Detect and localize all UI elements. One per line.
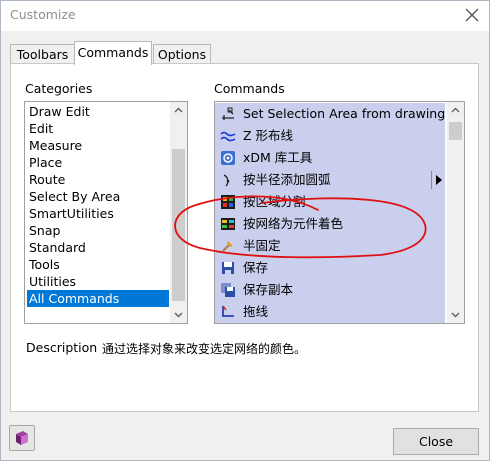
close-button[interactable]: Close [393, 428, 479, 455]
save-copy-icon [221, 283, 235, 297]
list-item[interactable]: Utilities [27, 273, 169, 290]
command-item[interactable]: 拖线 [215, 301, 445, 323]
xdm-library-icon [221, 151, 235, 165]
scroll-thumb[interactable] [172, 149, 185, 301]
command-item[interactable]: xDM 库工具 [215, 147, 445, 169]
list-item-selected[interactable]: All Commands [27, 290, 169, 307]
list-item[interactable]: SmartUtilities [27, 205, 169, 222]
command-item[interactable]: 按区域分割 [215, 191, 445, 213]
submenu-divider [431, 171, 432, 189]
commands-label: Commands [214, 81, 285, 96]
command-item[interactable]: 保存副本 [215, 279, 445, 301]
scroll-down-icon[interactable] [447, 306, 464, 323]
command-item[interactable]: 按网络为元件着色 [215, 213, 445, 235]
tab-commands[interactable]: Commands [74, 41, 152, 65]
list-item[interactable]: Snap [27, 222, 169, 239]
command-label: Set Selection Area from drawing [243, 106, 446, 121]
command-label: 保存副本 [243, 282, 294, 297]
submenu-arrow-icon[interactable] [436, 175, 442, 185]
customize-dialog: Customize Toolbars Commands Options Cate… [0, 0, 490, 461]
command-item[interactable]: Set Selection Area from drawing [215, 103, 445, 125]
categories-list[interactable]: Draw Edit Edit Measure Place Route Selec… [24, 101, 188, 324]
command-label: 保存 [243, 260, 269, 275]
categories-scrollbar[interactable] [170, 102, 187, 323]
scroll-thumb[interactable] [449, 122, 462, 140]
semi-fixed-icon [222, 241, 233, 252]
tab-options[interactable]: Options [153, 44, 211, 64]
selection-area-icon [222, 107, 234, 120]
area-split-icon [221, 195, 235, 209]
list-item[interactable]: Measure [27, 137, 169, 154]
save-icon [222, 262, 234, 274]
command-item[interactable]: 半固定 [215, 235, 445, 257]
command-label: 按区域分割 [243, 194, 306, 209]
description-label: Description [26, 340, 98, 355]
commands-scrollbar[interactable] [447, 102, 464, 323]
tab-label: Toolbars [16, 47, 69, 62]
command-label: Z 形布线 [243, 128, 294, 143]
list-item[interactable]: Standard [27, 239, 169, 256]
command-item[interactable]: Z 形布线 [215, 125, 445, 147]
z-route-icon [220, 131, 236, 142]
list-item[interactable]: Place [27, 154, 169, 171]
description-text: 通过选择对象来改变选定网络的颜色。 [102, 342, 307, 356]
command-label: 半固定 [243, 238, 281, 253]
tab-label: Options [157, 47, 207, 62]
command-label: 拖线 [243, 304, 269, 319]
scroll-up-icon[interactable] [447, 102, 464, 119]
list-item[interactable]: Select By Area [27, 188, 169, 205]
tab-label: Commands [77, 45, 149, 60]
help-book-icon [16, 431, 28, 445]
command-label: xDM 库工具 [243, 150, 313, 165]
commands-panel: Categories Draw Edit Edit Measure Place … [10, 63, 479, 412]
command-item[interactable]: 保存 [215, 257, 445, 279]
scroll-down-icon[interactable] [170, 306, 187, 323]
commands-list[interactable]: Set Selection Area from drawing Z 形布线 xD… [214, 101, 465, 324]
list-item[interactable]: Route [27, 171, 169, 188]
tab-toolbars[interactable]: Toolbars [10, 44, 75, 64]
window-title: Customize [10, 7, 76, 22]
command-item[interactable]: 按半径添加圆弧 [215, 169, 445, 191]
command-label: 按半径添加圆弧 [243, 172, 331, 187]
list-item[interactable]: Draw Edit [27, 103, 169, 120]
command-label: 按网络为元件着色 [243, 216, 344, 231]
scroll-up-icon[interactable] [170, 102, 187, 119]
help-button[interactable] [9, 425, 35, 451]
arc-radius-icon [223, 174, 230, 187]
categories-label: Categories [25, 81, 93, 96]
title-bar: Customize [1, 1, 489, 31]
net-color-icon [221, 218, 235, 230]
close-icon[interactable] [465, 8, 479, 22]
list-item[interactable]: Edit [27, 120, 169, 137]
drag-track-icon [222, 305, 234, 317]
list-item[interactable]: Tools [27, 256, 169, 273]
